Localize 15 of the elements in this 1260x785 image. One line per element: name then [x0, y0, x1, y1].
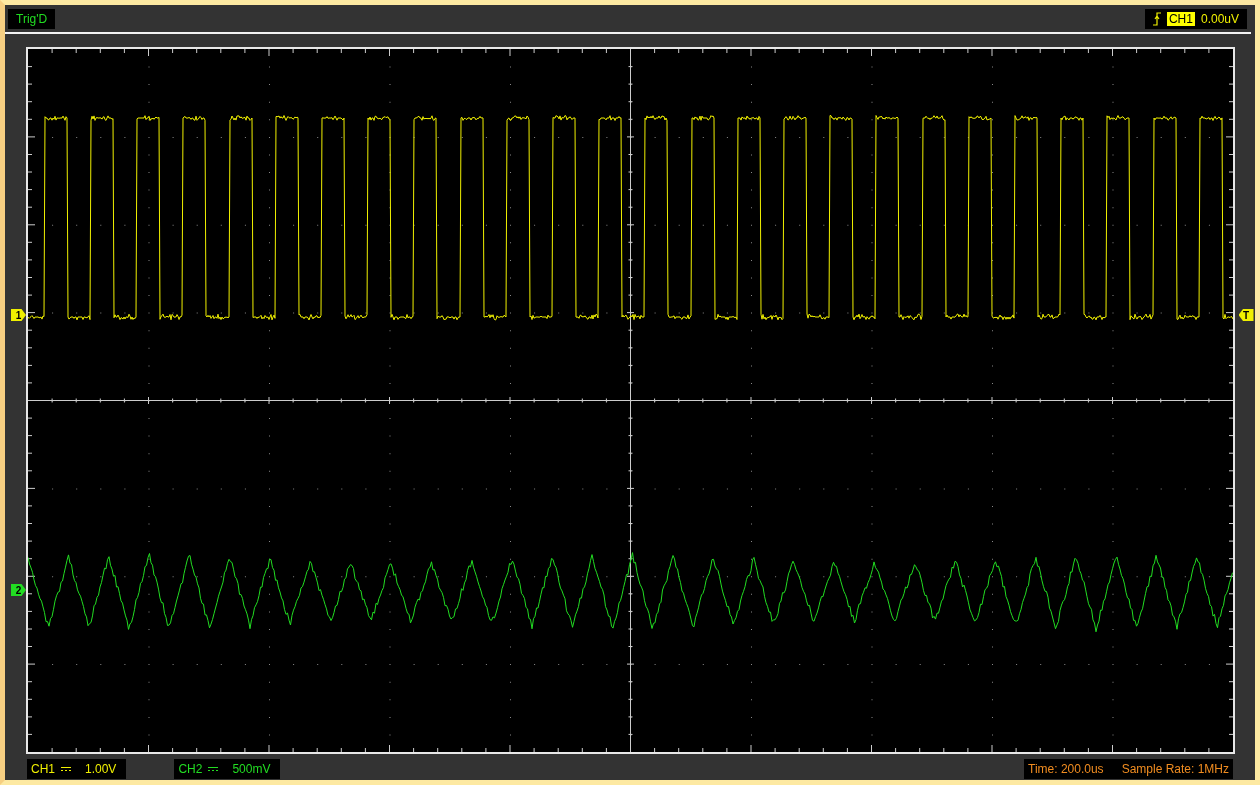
channel-marker[interactable]: 2 [11, 584, 26, 596]
trigger-channel: CH1 [1166, 11, 1195, 26]
scale-value: 1.00V [85, 762, 117, 776]
trigger-marker[interactable]: T [1238, 309, 1254, 321]
trigger-status: Trig'D [8, 8, 56, 29]
channel-label: CH2 [178, 762, 203, 776]
trigger-level: 0.00uV [1200, 11, 1239, 26]
time-per-division: Time: 200.0us [1028, 762, 1104, 776]
scale-value: 500mV [232, 762, 271, 776]
dc-coupling-icon [208, 766, 219, 772]
sample-rate: Sample Rate: 1MHz [1121, 762, 1229, 776]
channel-label: CH1 [31, 762, 55, 776]
rising-edge-icon [1152, 11, 1161, 26]
dc-coupling-icon [61, 766, 71, 772]
channel-marker[interactable]: 1 [11, 309, 26, 321]
